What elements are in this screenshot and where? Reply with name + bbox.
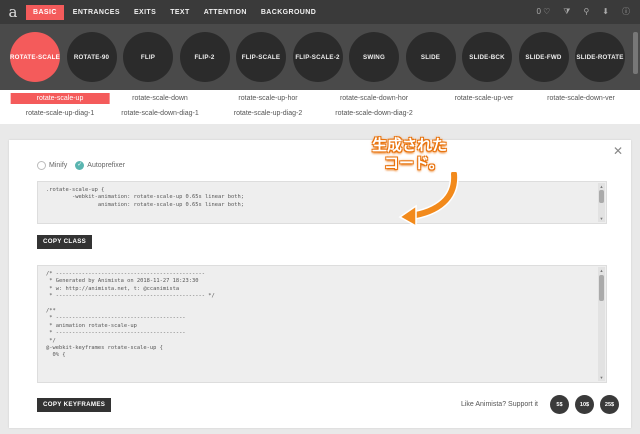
animation-rotate-scale[interactable]: ROTATE-SCALE	[10, 32, 60, 82]
support-row: Like Animista? Support it 5$ 10$ 25$	[461, 395, 619, 414]
animation-slide-fwd[interactable]: SLIDE-FWD	[518, 32, 569, 82]
main-nav: BASIC ENTRANCES EXITS TEXT ATTENTION BACKGROU…	[26, 4, 323, 20]
favorites-icon[interactable]: 0 ♡	[536, 0, 550, 24]
donate-25-button[interactable]: 25$	[600, 395, 619, 414]
animation-slide[interactable]: SLIDE	[405, 32, 456, 82]
pin-icon[interactable]: ⚲	[583, 0, 589, 24]
donate-5-button[interactable]: 5$	[550, 395, 569, 414]
animation-slide-bck[interactable]: SLIDE-BCK	[462, 32, 512, 82]
scroll-up-arrow[interactable]: ▲	[598, 268, 605, 273]
keyframes-scroll-thumb[interactable]	[599, 275, 604, 301]
variant-item[interactable]: rotate-scale-down-hor	[340, 93, 408, 104]
nav-background[interactable]: BACKGROUND	[254, 5, 323, 20]
variant-item[interactable]: rotate-scale-down-diag-1	[121, 108, 198, 119]
toolbar-icons: 0 ♡ ⧩ ⚲ ⬇ ⓘ	[536, 0, 630, 24]
options-row: Minify ✓ Autoprefixer	[37, 161, 125, 170]
annotation-arrow-icon	[398, 172, 459, 228]
animation-swing[interactable]: SWING	[349, 32, 399, 82]
variant-list: rotate-scale-up rotate-scale-down rotate-s…	[0, 90, 640, 124]
animation-flip-scale-2[interactable]: FLIP-SCALE-2	[292, 32, 343, 82]
class-code: .rotate-scale-up { -webkit-animation: ro…	[46, 187, 244, 208]
variant-item[interactable]: rotate-scale-down-ver	[547, 93, 615, 104]
scroll-up-arrow[interactable]: ▲	[598, 184, 605, 189]
nav-basic[interactable]: BASIC	[26, 4, 64, 20]
minify-option[interactable]: Minify	[37, 161, 67, 170]
scroll-down-arrow[interactable]: ▼	[598, 216, 605, 221]
class-code-scrollbar[interactable]: ▲ ▼	[598, 183, 605, 222]
annotation-line-2: コード。	[384, 154, 444, 172]
annotation-text: 生成された コード。	[372, 136, 447, 172]
nav-attention[interactable]: ATTENTION	[197, 5, 254, 20]
strip-scrollbar[interactable]	[633, 32, 638, 74]
autoprefixer-label: Autoprefixer	[87, 162, 126, 169]
animista-logo[interactable]: a	[4, 0, 22, 24]
nav-entrances[interactable]: ENTRANCES	[66, 5, 127, 20]
variant-item[interactable]: rotate-scale-up-ver	[455, 93, 514, 104]
class-scroll-thumb[interactable]	[599, 190, 604, 203]
variant-item[interactable]: rotate-scale-up-hor	[238, 93, 297, 104]
minify-label: Minify	[49, 162, 68, 169]
copy-keyframes-button[interactable]: COPY KEYFRAMES	[37, 398, 112, 412]
animation-flip-scale[interactable]: FLIP-SCALE	[236, 32, 286, 82]
class-code-box[interactable]: .rotate-scale-up { -webkit-animation: ro…	[37, 181, 607, 224]
annotation-arrow-head	[398, 204, 417, 228]
keyframes-code: /* -------------------------------------…	[46, 271, 215, 359]
keyframes-code-scrollbar[interactable]: ▲ ▼	[598, 267, 605, 381]
download-icon[interactable]: ⬇	[602, 0, 609, 24]
keyframes-code-box[interactable]: /* -------------------------------------…	[37, 265, 607, 383]
variant-item[interactable]: rotate-scale-down	[132, 93, 188, 104]
code-panel: ✕ Minify ✓ Autoprefixer .rotate-scale-up…	[9, 140, 631, 428]
autoprefixer-option[interactable]: ✓ Autoprefixer	[75, 161, 125, 170]
scroll-down-arrow[interactable]: ▼	[598, 375, 605, 380]
copy-class-button[interactable]: COPY CLASS	[37, 235, 93, 249]
animation-slide-rotate[interactable]: SLIDE-ROTATE	[575, 32, 625, 82]
top-bar: a BASIC ENTRANCES EXITS TEXT ATTENTION BACKGR…	[0, 0, 640, 24]
filter-icon[interactable]: ⧩	[563, 0, 570, 24]
nav-text[interactable]: TEXT	[163, 5, 197, 20]
info-icon[interactable]: ⓘ	[622, 0, 630, 24]
variant-item[interactable]: rotate-scale-down-diag-2	[335, 108, 412, 119]
variant-item[interactable]: rotate-scale-up-diag-1	[26, 108, 94, 119]
donate-10-button[interactable]: 10$	[575, 395, 594, 414]
animation-flip[interactable]: FLIP	[123, 32, 173, 82]
support-label: Like Animista? Support it	[460, 401, 538, 408]
nav-exits[interactable]: EXITS	[127, 5, 163, 20]
check-icon[interactable]: ✓	[75, 161, 85, 170]
animation-strip: ROTATE-SCALE ROTATE-90 FLIP FLIP-2 FLIP-SCAL…	[0, 24, 640, 90]
minify-radio[interactable]	[37, 161, 46, 170]
variant-item[interactable]: rotate-scale-up	[10, 93, 110, 104]
annotation-line-1: 生成された	[372, 136, 448, 154]
variant-item[interactable]: rotate-scale-up-diag-2	[234, 108, 302, 119]
animation-flip-2[interactable]: FLIP-2	[179, 32, 230, 82]
close-icon[interactable]: ✕	[613, 145, 623, 157]
animation-rotate-90[interactable]: ROTATE-90	[66, 32, 117, 82]
